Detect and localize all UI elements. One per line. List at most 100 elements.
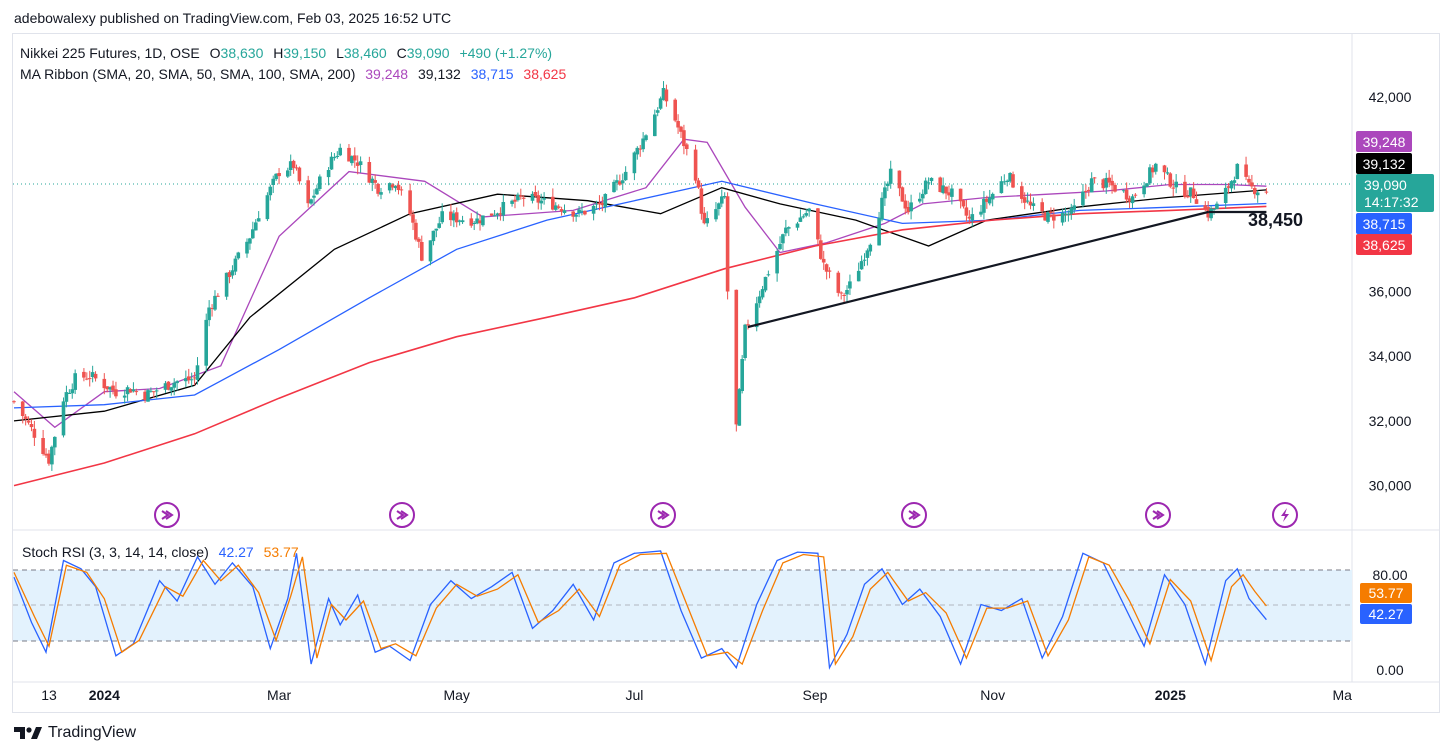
legend-c-label: C (397, 45, 407, 61)
sma200-line (13, 205, 1267, 487)
tradingview-footer[interactable]: TradingView (14, 724, 136, 742)
candle-body (358, 161, 363, 165)
candle-body (50, 446, 54, 465)
candle-body (312, 195, 316, 198)
candle-body (1264, 191, 1269, 193)
candle-body (725, 196, 730, 292)
tag-ma200-text: 38,625 (1363, 237, 1406, 253)
candle-body (169, 387, 174, 391)
candle-body (114, 389, 118, 397)
candle-body (1255, 192, 1260, 196)
candle-body (417, 238, 421, 242)
candle-body (1191, 188, 1196, 199)
candle-body (1025, 200, 1030, 202)
candle-body (204, 319, 208, 366)
tag-last-price: 39,090 14:17:32 (1356, 174, 1434, 212)
chart-svg[interactable]: 42,00040,00038,00036,00034,00032,00030,0… (0, 0, 1453, 756)
candle-body (539, 200, 543, 204)
candle-body (737, 389, 742, 426)
tag-ma20-text: 39,248 (1363, 134, 1406, 150)
ma20-value: 39,248 (365, 66, 408, 82)
candle-body (1011, 174, 1015, 188)
candle-body (542, 197, 546, 200)
sma50-line (13, 187, 1267, 422)
candle-body (1186, 195, 1190, 198)
ma100-value: 38,715 (471, 66, 514, 82)
candle-body (420, 242, 424, 261)
candle-body (469, 218, 474, 226)
sma100-line (13, 180, 1267, 409)
candle-body (26, 420, 31, 423)
candle-body (1052, 214, 1056, 221)
candle-body (353, 155, 357, 161)
tag-stoch-k: 42.27 (1360, 604, 1412, 624)
candle-body (845, 290, 849, 295)
candle-body (291, 160, 296, 168)
stoch-tick-label: 0.00 (1376, 662, 1403, 678)
event-marker-icon (901, 502, 927, 528)
candle-body (1232, 180, 1237, 183)
candle-body (248, 238, 252, 244)
candle-body (1124, 189, 1129, 200)
event-marker-icon (650, 502, 676, 528)
candle-body (816, 208, 820, 240)
candle-body (775, 251, 779, 274)
candle-body (32, 428, 37, 438)
time-tick-label: Mar (267, 687, 291, 703)
tag-last-text: 39,090 (1364, 177, 1407, 193)
time-axis-labels: 13 2024 Mar May Jul Sep Nov 2025 Ma (41, 687, 1352, 703)
candle-body (655, 110, 660, 113)
candle-body (795, 223, 800, 228)
candle-body (189, 379, 194, 381)
legend-high: 39,150 (283, 45, 326, 61)
candle-body (888, 168, 893, 184)
candle-body (23, 416, 28, 419)
candle-body (233, 258, 238, 272)
candle-body (519, 195, 523, 197)
candle-body (865, 250, 870, 258)
tag-stoch-d: 53.77 (1360, 583, 1412, 603)
time-tick-label: 2024 (89, 687, 120, 703)
candle-body (286, 170, 290, 177)
candle-body (862, 259, 867, 261)
candle-body (685, 144, 689, 149)
candle-body (521, 197, 526, 199)
candle-body (900, 187, 905, 202)
candle-body (396, 184, 401, 190)
candle-body (801, 216, 806, 218)
candle-body (877, 217, 881, 246)
tag-ma100-text: 38,715 (1363, 216, 1406, 232)
candle-body (883, 187, 887, 199)
candle-body (332, 157, 337, 159)
ma-ribbon-label: MA Ribbon (SMA, 20, SMA, 50, SMA, 100, S… (20, 66, 355, 82)
candle-body (41, 438, 45, 454)
candle-body (897, 170, 902, 189)
candle-body (1084, 190, 1088, 192)
candle-body (653, 114, 657, 137)
candle-body (848, 281, 852, 289)
time-tick-label: 13 (41, 687, 57, 703)
candle-body (175, 381, 179, 384)
candle-body (1142, 185, 1146, 195)
candle-body (664, 89, 669, 102)
candle-body (207, 307, 211, 321)
candle-body (676, 121, 680, 128)
candle-body (766, 274, 771, 276)
candle-body (821, 258, 826, 263)
candle-body (20, 401, 25, 416)
candle-body (297, 167, 302, 182)
candle-body (256, 218, 261, 222)
candle-body (1223, 187, 1228, 203)
candle-body (1171, 187, 1175, 189)
candle-body (1020, 186, 1024, 199)
candle-body (1092, 177, 1097, 179)
event-markers[interactable] (154, 502, 1298, 528)
candle-body (696, 180, 701, 188)
candle-body (411, 214, 415, 223)
candle-body (562, 210, 567, 213)
candle-body (641, 138, 645, 150)
candle-body (859, 261, 864, 270)
candle-body (268, 186, 273, 196)
candle-body (591, 205, 596, 214)
candle-body (757, 296, 762, 304)
